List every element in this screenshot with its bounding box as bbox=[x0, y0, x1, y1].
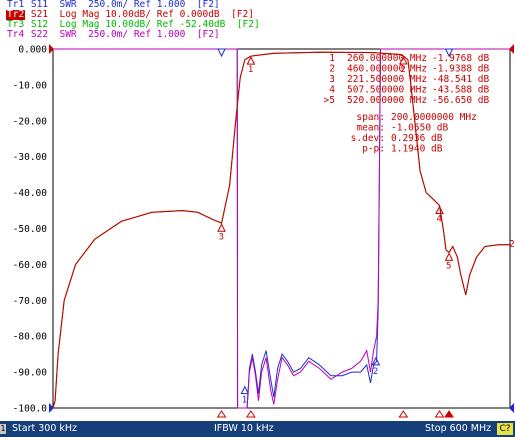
marker-1-label: 1 bbox=[248, 65, 253, 75]
y-tick-label: -90.00 bbox=[13, 368, 48, 379]
if-bandwidth[interactable]: IFBW 10 kHz bbox=[214, 421, 274, 437]
status-bar: 1 Start 300 kHz IFBW 10 kHz Stop 600 MHz… bbox=[0, 421, 515, 437]
marker-readout-value: -1.9388 dB bbox=[432, 64, 489, 75]
marker-readout-number: 3 bbox=[329, 74, 335, 85]
marker-5-label: 5 bbox=[446, 261, 451, 271]
s11-marker-1-label: 1 bbox=[242, 396, 247, 406]
trace-4-tag: Tr4 bbox=[7, 29, 25, 40]
s11-marker-2-label: 2 bbox=[373, 367, 378, 377]
y-tick-label: -70.00 bbox=[13, 296, 48, 307]
y-tick-label: -50.00 bbox=[13, 224, 48, 235]
marker-readout-frequency: 520.000000 MHz bbox=[347, 95, 427, 106]
marker-readout-number: 1 bbox=[329, 53, 335, 64]
axis-marker-1-icon bbox=[245, 410, 256, 418]
y-tick-label: -40.00 bbox=[13, 188, 48, 199]
calibration-badge[interactable]: C? bbox=[497, 423, 513, 435]
stats-label: mean: bbox=[356, 123, 385, 134]
trace-4-settings: S22 SWR 250.0m/ Ref 1.000 [F2] bbox=[25, 29, 220, 40]
y-tick-label: -60.00 bbox=[13, 260, 48, 271]
y-tick-label: -10.00 bbox=[13, 80, 48, 91]
marker-readout-frequency: 507.500000 MHz bbox=[347, 85, 427, 96]
y-tick-label: 0.000 bbox=[18, 45, 47, 56]
stats-value: 0.2936 dB bbox=[391, 133, 443, 144]
marker-readout-number: >5 bbox=[324, 95, 335, 106]
marker-3-label: 3 bbox=[219, 232, 224, 242]
axis-marker-2-icon bbox=[398, 410, 409, 418]
stats-label: span: bbox=[356, 112, 385, 123]
stats-value: 1.1940 dB bbox=[391, 144, 443, 155]
marker-readout: 1 260.000000 MHz -1.9768 dB 2 460.000000 MHz… bbox=[324, 53, 490, 106]
marker-readout-number: 2 bbox=[329, 64, 335, 75]
start-frequency[interactable]: Start 300 kHz bbox=[12, 421, 77, 437]
y-tick-label: -30.00 bbox=[13, 152, 48, 163]
y-tick-label: -100.0 bbox=[13, 404, 48, 415]
channel-indicator[interactable]: 1 bbox=[0, 424, 6, 434]
axis-marker-4-icon bbox=[434, 410, 445, 418]
marker-readout-number: 4 bbox=[329, 85, 335, 96]
stats-value: -1.0550 dB bbox=[391, 123, 448, 134]
trace-4-line[interactable]: Tr4 S22 SWR 250.0m/ Ref 1.000 [F2] bbox=[6, 30, 220, 40]
trace-end-label: 2 bbox=[509, 239, 515, 250]
measurement-plot[interactable]: 0.000 -10.00 -20.00 -30.00 -40.00 -50.00 -60.0… bbox=[0, 42, 515, 421]
marker-readout-frequency: 260.000000 MHz bbox=[347, 53, 427, 64]
marker-readout-value: -43.588 dB bbox=[432, 85, 489, 96]
marker-readout-value: -48.541 dB bbox=[432, 74, 489, 85]
marker-readout-value: -56.650 dB bbox=[432, 95, 489, 106]
axis-marker-3-icon bbox=[216, 410, 227, 418]
stop-frequency[interactable]: Stop 600 MHz bbox=[425, 421, 491, 437]
stats-value: 200.0000000 MHz bbox=[391, 112, 477, 123]
stats-label: s.dev: bbox=[351, 133, 385, 144]
trace-header: Tr1 S11 SWR 250.0m/ Ref 1.000 [F2] Tr2 S… bbox=[0, 0, 515, 42]
axis-marker-indicators bbox=[216, 410, 454, 418]
marker-4-label: 4 bbox=[437, 214, 442, 224]
y-tick-label: -80.00 bbox=[13, 332, 48, 343]
marker-readout-value: -1.9768 dB bbox=[432, 53, 489, 64]
stats-label: p-p: bbox=[362, 144, 385, 155]
y-tick-label: -20.00 bbox=[13, 116, 48, 127]
axis-marker-5-icon bbox=[444, 410, 454, 418]
marker-readout-frequency: 221.500000 MHz bbox=[347, 74, 427, 85]
marker-readout-frequency: 460.000000 MHz bbox=[347, 64, 427, 75]
